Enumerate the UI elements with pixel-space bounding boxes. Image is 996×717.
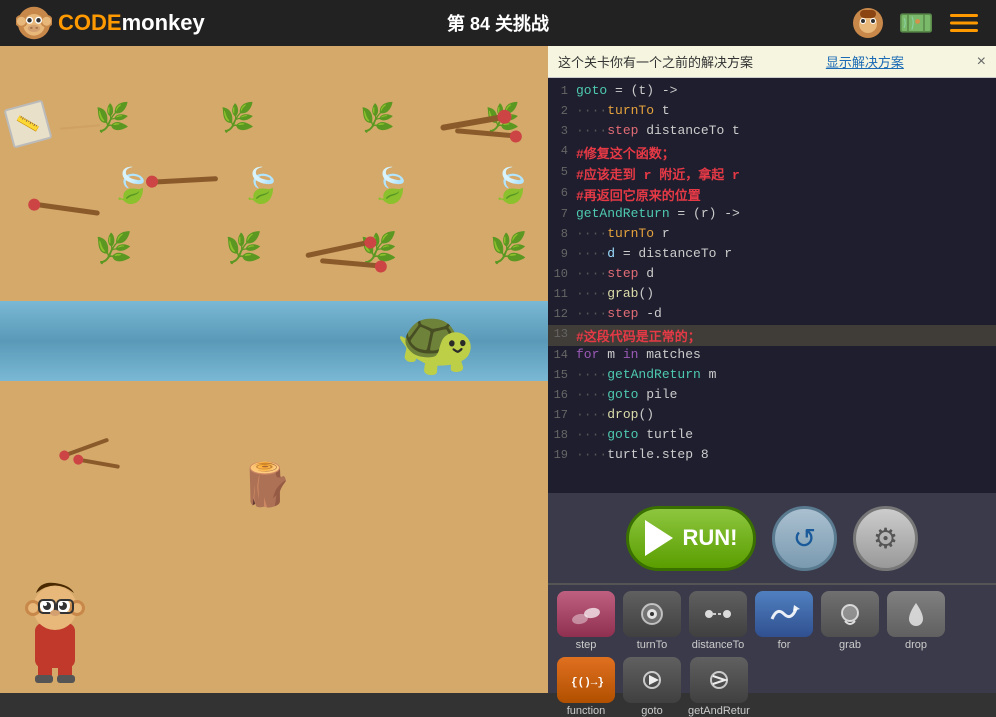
block-function-button[interactable]: {()→} function [556, 657, 616, 717]
level-title: 第 84 关挑战 [447, 10, 549, 36]
code-line-16: 16 ····goto pile [548, 386, 996, 406]
logo-area: CODEmonkey [16, 5, 205, 41]
run-button[interactable]: RUN! [626, 506, 756, 571]
plant: 🍃 [110, 166, 152, 206]
block-drop-button[interactable]: drop [886, 591, 946, 651]
block-turnto-button[interactable]: turnTo [622, 591, 682, 651]
blocks-bar: step turnTo [548, 583, 996, 693]
code-line-11: 11 ····grab() [548, 285, 996, 305]
block-drop-icon [887, 591, 945, 637]
code-line-4: 4 #修复这个函数； [548, 142, 996, 163]
code-line-9: 9 ····d = distanceTo r [548, 245, 996, 265]
block-goto-label: goto [641, 705, 662, 717]
code-line-18: 18 ····goto turtle [548, 426, 996, 446]
run-label: RUN! [683, 525, 738, 551]
code-line-10: 10 ····step d [548, 265, 996, 285]
game-area: 📏 🌿 🌿 🌿 🌿 🍃 🍃 🍃 🍃 🌿 🌿 🌿 🌿 [0, 46, 548, 693]
code-line-2: 2 ····turnTo t [548, 102, 996, 122]
code-line-13: 13 #这段代码是正常的； [548, 325, 996, 346]
code-line-17: 17 ····drop() [548, 406, 996, 426]
turtle: 🐢 [395, 304, 476, 380]
run-bar: RUN! ↺ ⚙ [548, 493, 996, 583]
reset-button[interactable]: ↺ [772, 506, 837, 571]
block-step-label: step [576, 639, 597, 651]
block-for-icon [755, 591, 813, 637]
map-icon[interactable] [900, 7, 932, 39]
code-editor[interactable]: 1 goto = (t) -> 2 ····turnTo t 3 ····ste… [548, 78, 996, 493]
plant: 🌿 [95, 231, 132, 266]
block-distanceto-icon [689, 591, 747, 637]
block-getandreturn-button[interactable]: getAndRetur [688, 657, 750, 717]
logo-icon [16, 5, 52, 41]
nav-icons [852, 7, 980, 39]
plant: 🌿 [360, 101, 395, 134]
plant: 🌿 [95, 101, 130, 134]
block-distanceto-button[interactable]: distanceTo [688, 591, 748, 651]
code-line-1: 1 goto = (t) -> [548, 82, 996, 102]
block-drop-label: drop [905, 639, 927, 651]
block-for-label: for [778, 639, 791, 651]
navbar: CODEmonkey 第 84 关挑战 [0, 0, 996, 46]
plant: 🌿 [490, 231, 527, 266]
notice-text: 这个关卡你有一个之前的解决方案 [558, 52, 753, 71]
block-grab-icon [821, 591, 879, 637]
logo-text: CODEmonkey [58, 10, 205, 36]
player-character [20, 573, 90, 688]
block-turnto-icon [623, 591, 681, 637]
main-area: 📏 🌿 🌿 🌿 🌿 🍃 🍃 🍃 🍃 🌿 🌿 🌿 🌿 [0, 46, 996, 693]
notice-close-button[interactable]: × [977, 54, 986, 70]
block-grab-label: grab [839, 639, 861, 651]
svg-text:{()→}: {()→} [571, 677, 603, 689]
block-distanceto-label: distanceTo [692, 639, 745, 651]
code-line-12: 12 ····step -d [548, 305, 996, 325]
notice-link[interactable]: 显示解决方案 [826, 52, 904, 71]
code-line-7: 7 getAndReturn = (r) -> [548, 205, 996, 225]
block-getandreturn-icon [690, 657, 748, 703]
avatar-icon[interactable] [852, 7, 884, 39]
settings-button[interactable]: ⚙ [853, 506, 918, 571]
play-icon [645, 520, 673, 556]
code-line-8: 8 ····turnTo r [548, 225, 996, 245]
block-for-button[interactable]: for [754, 591, 814, 651]
code-panel: 这个关卡你有一个之前的解决方案 显示解决方案 × 1 goto = (t) ->… [548, 46, 996, 693]
block-goto-icon [623, 657, 681, 703]
plant: 🍃 [240, 166, 282, 206]
block-grab-button[interactable]: grab [820, 591, 880, 651]
code-line-3: 3 ····step distanceTo t [548, 122, 996, 142]
plant: 🍃 [490, 166, 532, 206]
block-getandreturn-label: getAndRetur [688, 705, 750, 717]
code-line-5: 5 #应该走到 r 附近，拿起 r [548, 163, 996, 184]
code-line-19: 19 ····turtle.step 8 [548, 446, 996, 466]
block-step-icon [557, 591, 615, 637]
notice-banner: 这个关卡你有一个之前的解决方案 显示解决方案 × [548, 46, 996, 78]
match-pile: 🪵 [240, 461, 292, 510]
block-function-icon: {()→} [557, 657, 615, 703]
code-line-6: 6 #再返回它原来的位置 [548, 184, 996, 205]
block-turnto-label: turnTo [637, 639, 668, 651]
block-step-button[interactable]: step [556, 591, 616, 651]
plant: 🌿 [225, 231, 262, 266]
code-line-14: 14 for m in matches [548, 346, 996, 366]
plant: 🍃 [370, 166, 412, 206]
code-line-15: 15 ····getAndReturn m [548, 366, 996, 386]
block-goto-button[interactable]: goto [622, 657, 682, 717]
block-function-label: function [567, 705, 606, 717]
menu-icon[interactable] [948, 7, 980, 39]
plant: 🌿 [220, 101, 255, 134]
